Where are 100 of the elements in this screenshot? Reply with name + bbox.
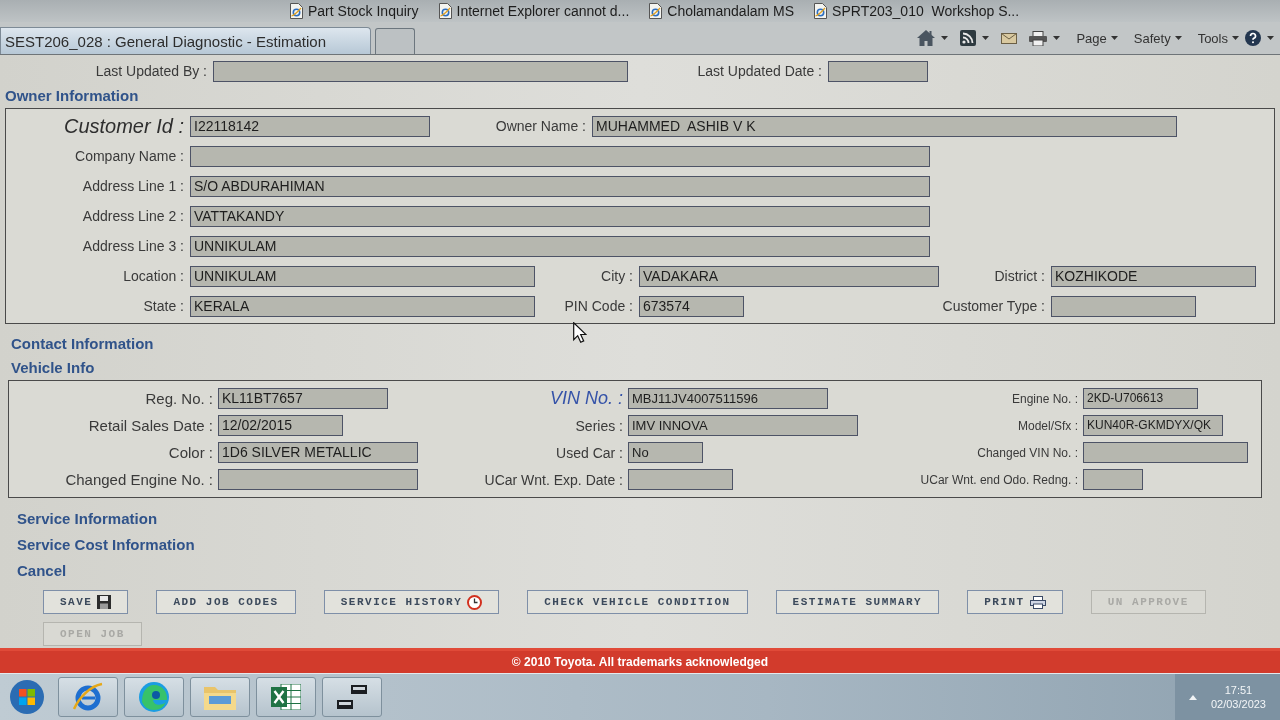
taskbar-button[interactable] xyxy=(256,677,316,717)
folder-icon xyxy=(204,684,236,710)
estimate-summary-button[interactable]: ESTIMATE SUMMARY xyxy=(775,590,940,614)
field-label: Retail Sales Date : xyxy=(87,417,213,434)
browser-icon xyxy=(73,682,103,712)
caret-icon[interactable] xyxy=(982,36,990,40)
input-field[interactable]: KOZHIKODE xyxy=(1051,265,1256,287)
field-label: Location : xyxy=(122,268,184,284)
input-field[interactable]: 2KD-U706613 xyxy=(1083,388,1198,409)
input-field[interactable]: No xyxy=(628,442,703,463)
mouse-pointer-icon xyxy=(573,322,587,343)
input-field[interactable] xyxy=(213,60,628,82)
mail-icon[interactable] xyxy=(1001,32,1018,44)
toolbar-menu[interactable]: Page xyxy=(1076,30,1118,46)
caret-icon[interactable] xyxy=(1053,36,1061,40)
copyright-text: © 2010 Toyota. All trademarks acknowledged xyxy=(511,655,769,669)
section-header[interactable]: Owner Information xyxy=(5,84,139,108)
caret-icon[interactable] xyxy=(1267,36,1274,40)
save-button[interactable]: SAVE xyxy=(43,590,129,614)
input-field[interactable]: 673574 xyxy=(639,295,744,317)
input-field[interactable] xyxy=(1083,442,1248,463)
input-field[interactable]: 1D6 SILVER METALLIC xyxy=(218,442,418,463)
field-label: Last Updated By : xyxy=(94,63,207,79)
field-label: District : xyxy=(993,268,1045,284)
field-label: Reg. No. : xyxy=(144,390,213,407)
favorites-link[interactable]: SPRT203_010 Workshop S... xyxy=(814,3,1020,19)
input-field[interactable] xyxy=(1051,295,1196,317)
browser-icon xyxy=(139,682,169,712)
add-job-codes-button[interactable]: ADD JOB CODES xyxy=(156,590,296,614)
field-label: Series : xyxy=(574,417,623,434)
input-field[interactable]: KL11BT7657 xyxy=(218,388,388,409)
input-field[interactable]: S/O ABDURAHIMAN xyxy=(190,175,930,197)
field-label: Address Line 2 : xyxy=(81,208,184,224)
print-button[interactable]: PRINT xyxy=(967,590,1063,614)
field-label: Address Line 3 : xyxy=(81,238,184,254)
field-label: State : xyxy=(142,298,184,314)
input-field[interactable]: VADAKARA xyxy=(639,265,939,287)
field-label: PIN Code : xyxy=(563,298,633,314)
field-label: Address Line 1 : xyxy=(81,178,184,194)
favorites-link[interactable]: Cholamandalam MS xyxy=(649,3,795,19)
input-field[interactable]: VATTAKANDY xyxy=(190,205,930,227)
taskbar-button[interactable] xyxy=(322,677,382,717)
input-field[interactable]: IMV INNOVA xyxy=(628,415,858,436)
clock-date: 02/03/2023 xyxy=(1210,697,1266,711)
input-field[interactable]: UNNIKULAM xyxy=(190,265,535,287)
page-icon xyxy=(438,3,452,19)
page-icon xyxy=(649,3,663,19)
browser-tab[interactable]: SEST206_028 : General Diagnostic - Estimation xyxy=(0,27,371,54)
check-vehicle-condition-button[interactable]: CHECK VEHICLE CONDITION xyxy=(527,590,748,614)
field-label: Changed Engine No. : xyxy=(64,471,213,488)
service-history-button[interactable]: SERVICE HISTORY xyxy=(323,590,500,614)
section-header[interactable]: Vehicle Info xyxy=(11,356,95,380)
field-label: Company Name : xyxy=(74,148,184,164)
clock-time: 17:51 xyxy=(1224,683,1253,697)
caret-icon[interactable] xyxy=(941,36,949,40)
start-orb-icon[interactable] xyxy=(10,680,44,714)
clock-icon xyxy=(467,594,483,610)
input-field[interactable]: 12/02/2015 xyxy=(218,415,343,436)
field-label: UCar Wnt. end Odo. Redng. : xyxy=(919,472,1078,487)
field-label: Used Car : xyxy=(555,444,623,461)
printer-icon xyxy=(1029,595,1046,609)
page-icon xyxy=(290,3,303,19)
new-tab-button[interactable] xyxy=(375,28,415,54)
input-field[interactable]: MBJ11JV4007511596 xyxy=(628,388,828,409)
favorites-link[interactable]: Internet Explorer cannot d... xyxy=(438,3,630,19)
input-field[interactable] xyxy=(218,469,418,490)
field-label: Engine No. : xyxy=(1010,391,1078,406)
input-field[interactable]: UNNIKULAM xyxy=(190,235,930,257)
page-icon xyxy=(814,3,828,19)
section-link[interactable]: Service Cost Information xyxy=(17,532,195,558)
caret-icon xyxy=(1174,36,1182,40)
field-label: Color : xyxy=(167,444,213,461)
input-field[interactable] xyxy=(828,60,928,82)
input-field[interactable]: KUN40R-GKMDYX/QK xyxy=(1083,415,1223,436)
input-field[interactable]: KERALA xyxy=(190,295,535,317)
caret-icon xyxy=(1232,36,1239,40)
home-icon[interactable] xyxy=(917,30,936,46)
field-label: VIN No. : xyxy=(548,388,623,409)
feed-icon[interactable] xyxy=(960,30,977,46)
help-icon[interactable] xyxy=(1245,30,1261,46)
field-label: City : xyxy=(600,268,633,284)
field-label: Model/Sfx : xyxy=(1016,418,1078,433)
field-label: UCar Wnt. Exp. Date : xyxy=(483,471,623,488)
input-field[interactable] xyxy=(190,145,930,167)
input-field[interactable]: I22118142 xyxy=(190,115,430,137)
input-field[interactable] xyxy=(628,469,733,490)
printer-icon[interactable] xyxy=(1029,30,1048,46)
field-label: Last Updated Date : xyxy=(696,63,822,79)
caret-icon xyxy=(1110,36,1118,40)
favorites-link[interactable]: Part Stock Inquiry xyxy=(290,3,419,19)
toolbar-menu[interactable]: Safety xyxy=(1133,30,1182,46)
caret-up-icon[interactable] xyxy=(1188,694,1197,700)
field-label: Owner Name : xyxy=(494,118,586,134)
section-link[interactable]: Service Information xyxy=(17,506,158,532)
section-link[interactable]: Cancel xyxy=(17,558,67,584)
field-label: Changed VIN No. : xyxy=(976,445,1078,460)
input-field[interactable] xyxy=(1083,469,1143,490)
input-field[interactable]: MUHAMMED ASHIB V K xyxy=(592,115,1177,137)
toolbar-menu[interactable]: Tools xyxy=(1197,30,1239,46)
section-link[interactable]: Contact Information xyxy=(11,332,154,356)
